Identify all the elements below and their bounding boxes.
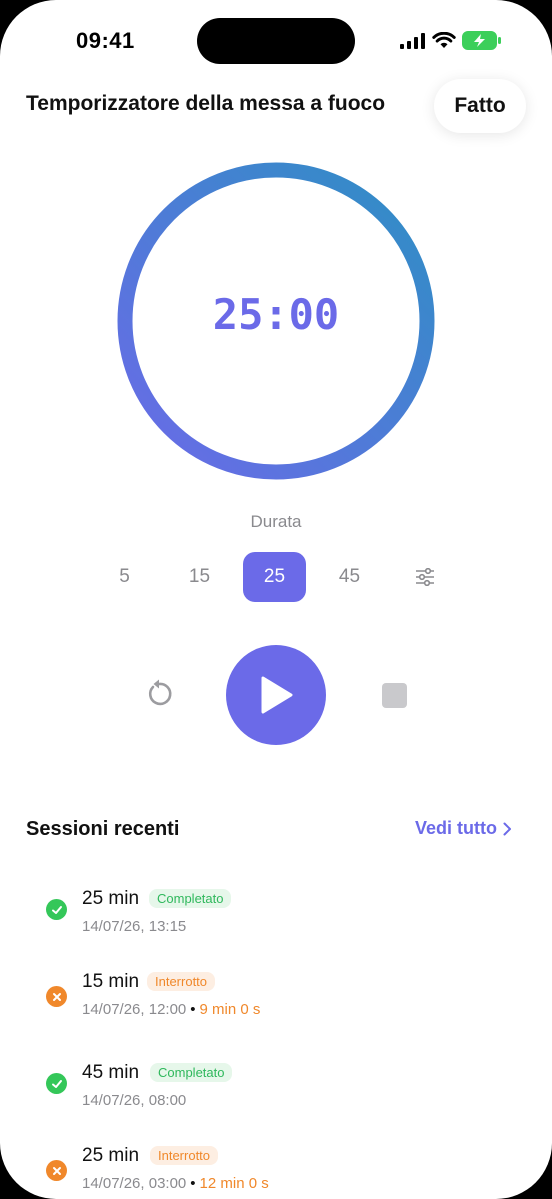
duration-option-5[interactable]: 5 (93, 552, 156, 602)
status-badge: Completato (150, 1063, 233, 1082)
chevron-right-icon (503, 822, 511, 835)
dynamic-island (197, 18, 355, 64)
play-button[interactable] (226, 645, 326, 745)
duration-label: Durata (250, 512, 302, 531)
duration-option-25[interactable]: 25 (243, 552, 306, 602)
status-badge: Completato (149, 889, 232, 908)
duration-option-15[interactable]: 15 (168, 552, 231, 602)
play-icon (261, 676, 293, 714)
status-time: 09:41 (76, 28, 135, 53)
session-date: 14/07/26, 03:00 (82, 1175, 187, 1192)
session-item[interactable]: 25 min Completato 14/07/26, 13:15 (46, 888, 516, 958)
session-duration: 15 min (82, 971, 140, 992)
see-all-label: Vedi tutto (415, 818, 497, 838)
wifi-icon (432, 32, 456, 48)
page-title: Temporizzatore della messa a fuoco (26, 92, 386, 115)
status-bar: 09:41 (0, 0, 552, 80)
session-item[interactable]: 45 min Completato 14/07/26, 08:00 (46, 1062, 516, 1132)
session-date: 14/07/26, 12:00 (82, 1001, 187, 1018)
see-all-link[interactable]: Vedi tutto (415, 818, 512, 839)
separator-dot: • (190, 1001, 196, 1018)
session-elapsed: 12 min 0 s (199, 1175, 269, 1192)
recent-sessions-title: Sessioni recenti (26, 818, 180, 840)
separator-dot: • (190, 1175, 196, 1192)
timer-display: 25:00 (212, 290, 340, 339)
session-date: 14/07/26, 08:00 (82, 1092, 187, 1109)
status-badge: Interrotto (147, 972, 216, 991)
phone-screen: 09:41 Temporizzatore della messa a fuoco… (0, 0, 552, 1199)
custom-duration-button[interactable] (393, 552, 456, 602)
session-meta: 14/07/26, 08:00 (82, 1092, 186, 1109)
x-icon (46, 1160, 67, 1181)
battery-charging-icon (462, 31, 501, 50)
session-meta: 14/07/26, 13:15 (82, 918, 186, 935)
session-meta: 14/07/26, 12:00 • 9 min 0 s (82, 1001, 260, 1018)
reset-icon (148, 679, 172, 706)
cellular-signal-icon (400, 32, 425, 49)
session-duration: 25 min (82, 1145, 140, 1166)
status-badge: Interrotto (150, 1146, 219, 1165)
session-date: 14/07/26, 13:15 (82, 918, 187, 935)
x-icon (46, 986, 67, 1007)
session-duration: 25 min (82, 888, 140, 909)
session-elapsed: 9 min 0 s (199, 1001, 261, 1018)
status-icons (400, 31, 502, 50)
sliders-icon (415, 568, 434, 586)
stop-button[interactable] (382, 683, 407, 708)
duration-selector: 5 15 25 45 (93, 552, 468, 602)
session-item[interactable]: 25 min Interrotto 14/07/26, 03:00 • 12 min… (46, 1145, 516, 1199)
session-item[interactable]: 15 min Interrotto 14/07/26, 12:00 • 9 min … (46, 971, 516, 1041)
check-icon (46, 899, 67, 920)
reset-button[interactable] (143, 678, 175, 710)
session-meta: 14/07/26, 03:00 • 12 min 0 s (82, 1175, 269, 1192)
duration-option-45[interactable]: 45 (318, 552, 381, 602)
done-button[interactable]: Fatto (434, 79, 526, 133)
check-icon (46, 1073, 67, 1094)
session-duration: 45 min (82, 1062, 140, 1083)
